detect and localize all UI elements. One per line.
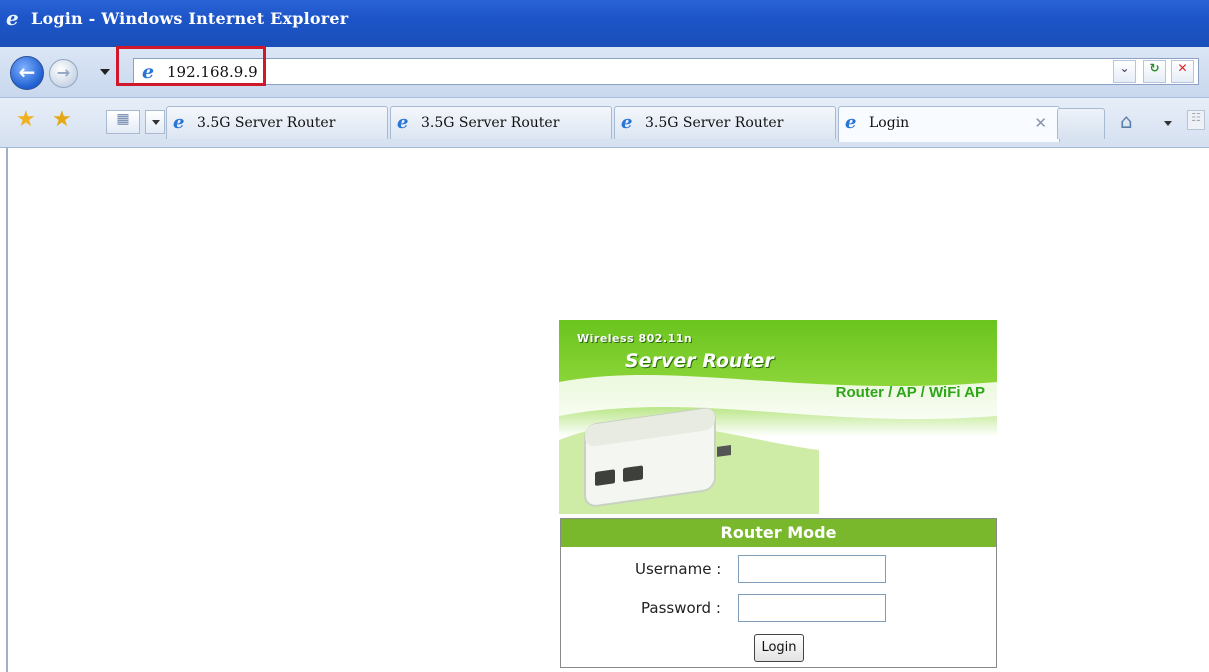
banner-tagline: Router / AP / WiFi AP [835, 384, 985, 401]
tab-ie-icon: e [397, 112, 409, 133]
window-title: Login - Windows Internet Explorer [31, 9, 349, 28]
banner-product-name: Server Router [625, 350, 774, 372]
favorites-star-icon[interactable]: ★ [16, 108, 36, 132]
address-bar[interactable]: e 192.168.9.9 ⌄ ↻ ✕ [133, 58, 1199, 85]
tab-bar: ★ ★ ▦ e 3.5G Server Router e 3.5G Server… [0, 98, 1209, 148]
password-label: Password : [641, 599, 721, 617]
form-heading: Router Mode [561, 519, 996, 547]
close-tab-icon[interactable]: ✕ [1034, 114, 1047, 132]
password-field[interactable] [738, 594, 886, 622]
recent-pages-dropdown-icon[interactable] [100, 69, 110, 75]
tab-label: 3.5G Server Router [645, 115, 784, 131]
forward-button[interactable]: → [49, 59, 78, 88]
tab-ie-icon: e [173, 112, 185, 133]
address-highlight-box [116, 46, 266, 86]
router-banner: Wireless 802.11n Server Router Router / … [559, 320, 997, 514]
tab-3[interactable]: e 3.5G Server Router [614, 106, 836, 139]
tab-label: 3.5G Server Router [197, 115, 336, 131]
tab-ie-icon: e [621, 112, 633, 133]
ie-logo-icon: e [6, 6, 19, 30]
tab-list-dropdown[interactable] [145, 110, 165, 134]
login-form: Router Mode Username : Password : Login [560, 518, 997, 668]
login-button[interactable]: Login [754, 634, 804, 662]
banner-line1: Wireless 802.11n [577, 332, 693, 345]
stop-button[interactable]: ✕ [1171, 60, 1194, 83]
tab-1[interactable]: e 3.5G Server Router [166, 106, 388, 139]
new-tab-button[interactable] [1057, 108, 1105, 139]
refresh-button[interactable]: ↻ [1143, 60, 1166, 83]
tab-ie-icon: e [845, 112, 857, 133]
tab-label: Login [869, 115, 910, 131]
tab-2[interactable]: e 3.5G Server Router [390, 106, 612, 139]
quick-tabs-button[interactable]: ▦ [106, 110, 140, 134]
add-favorite-icon[interactable]: ★ [52, 108, 72, 132]
home-icon[interactable]: ⌂ [1120, 109, 1133, 133]
window-title-bar: e Login - Windows Internet Explorer [0, 0, 1209, 47]
username-field[interactable] [738, 555, 886, 583]
address-dropdown-button[interactable]: ⌄ [1113, 60, 1136, 83]
tab-label: 3.5G Server Router [421, 115, 560, 131]
feeds-icon[interactable]: ☷ [1187, 110, 1205, 130]
back-button[interactable]: ← [10, 56, 44, 90]
home-dropdown-icon[interactable] [1164, 121, 1172, 126]
username-label: Username : [635, 560, 722, 578]
tab-login[interactable]: e Login ✕ [838, 106, 1060, 142]
